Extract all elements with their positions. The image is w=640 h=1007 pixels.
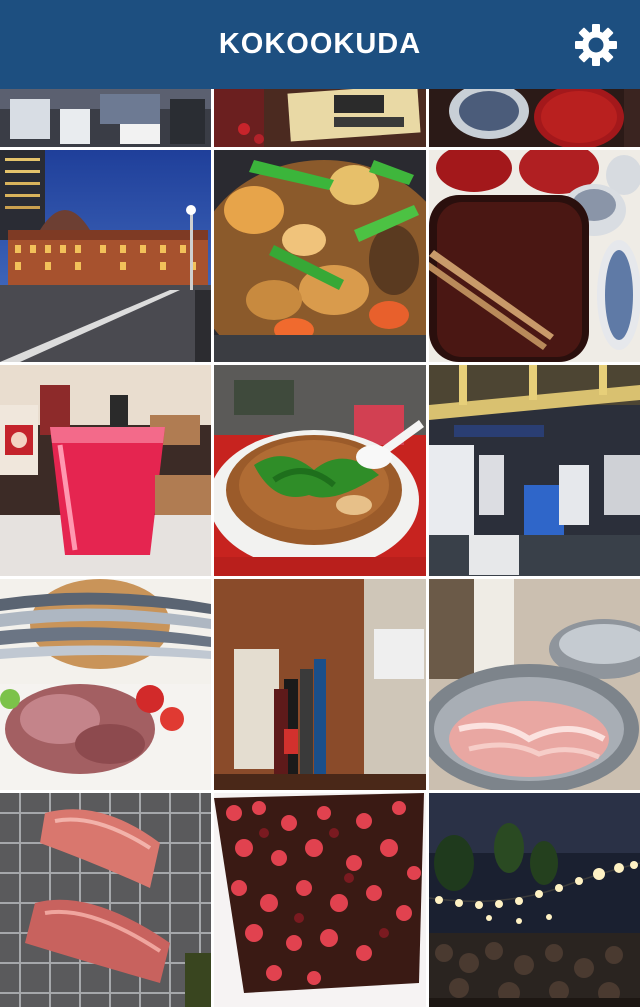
photo-tile-red-drink[interactable] <box>0 365 211 576</box>
app-title: KOKOOKUDA <box>218 28 422 60</box>
photo-tile-fish-market-hall[interactable] <box>429 365 640 576</box>
photo-tile-chicken-sign[interactable] <box>214 89 426 147</box>
photo-tile-grilled-wagyu[interactable] <box>0 793 211 1007</box>
photo-tile-market-stalls[interactable] <box>0 89 211 147</box>
photo-tile-tableware[interactable] <box>429 89 640 147</box>
photo-tile-simmered-vegetables[interactable] <box>214 150 426 362</box>
app-header: KOKOOKUDA <box>0 0 640 89</box>
gear-icon <box>575 24 617 66</box>
photo-tile-wine-bottles[interactable] <box>214 579 426 790</box>
photo-tile-ramen-bowl[interactable] <box>214 365 426 576</box>
photo-grid <box>0 89 640 1007</box>
photo-tile-pork-bowl[interactable] <box>429 579 640 790</box>
photo-tile-dish-with-red-balls[interactable] <box>214 793 426 1007</box>
photo-tile-sanma-fish-and-beef[interactable] <box>0 579 211 790</box>
photo-tile-tokyo-station-night[interactable] <box>0 150 211 362</box>
photo-tile-night-festival-lights[interactable] <box>429 793 640 1007</box>
photo-tile-lacquer-tray-chopsticks[interactable] <box>429 150 640 362</box>
settings-button[interactable] <box>574 23 618 67</box>
